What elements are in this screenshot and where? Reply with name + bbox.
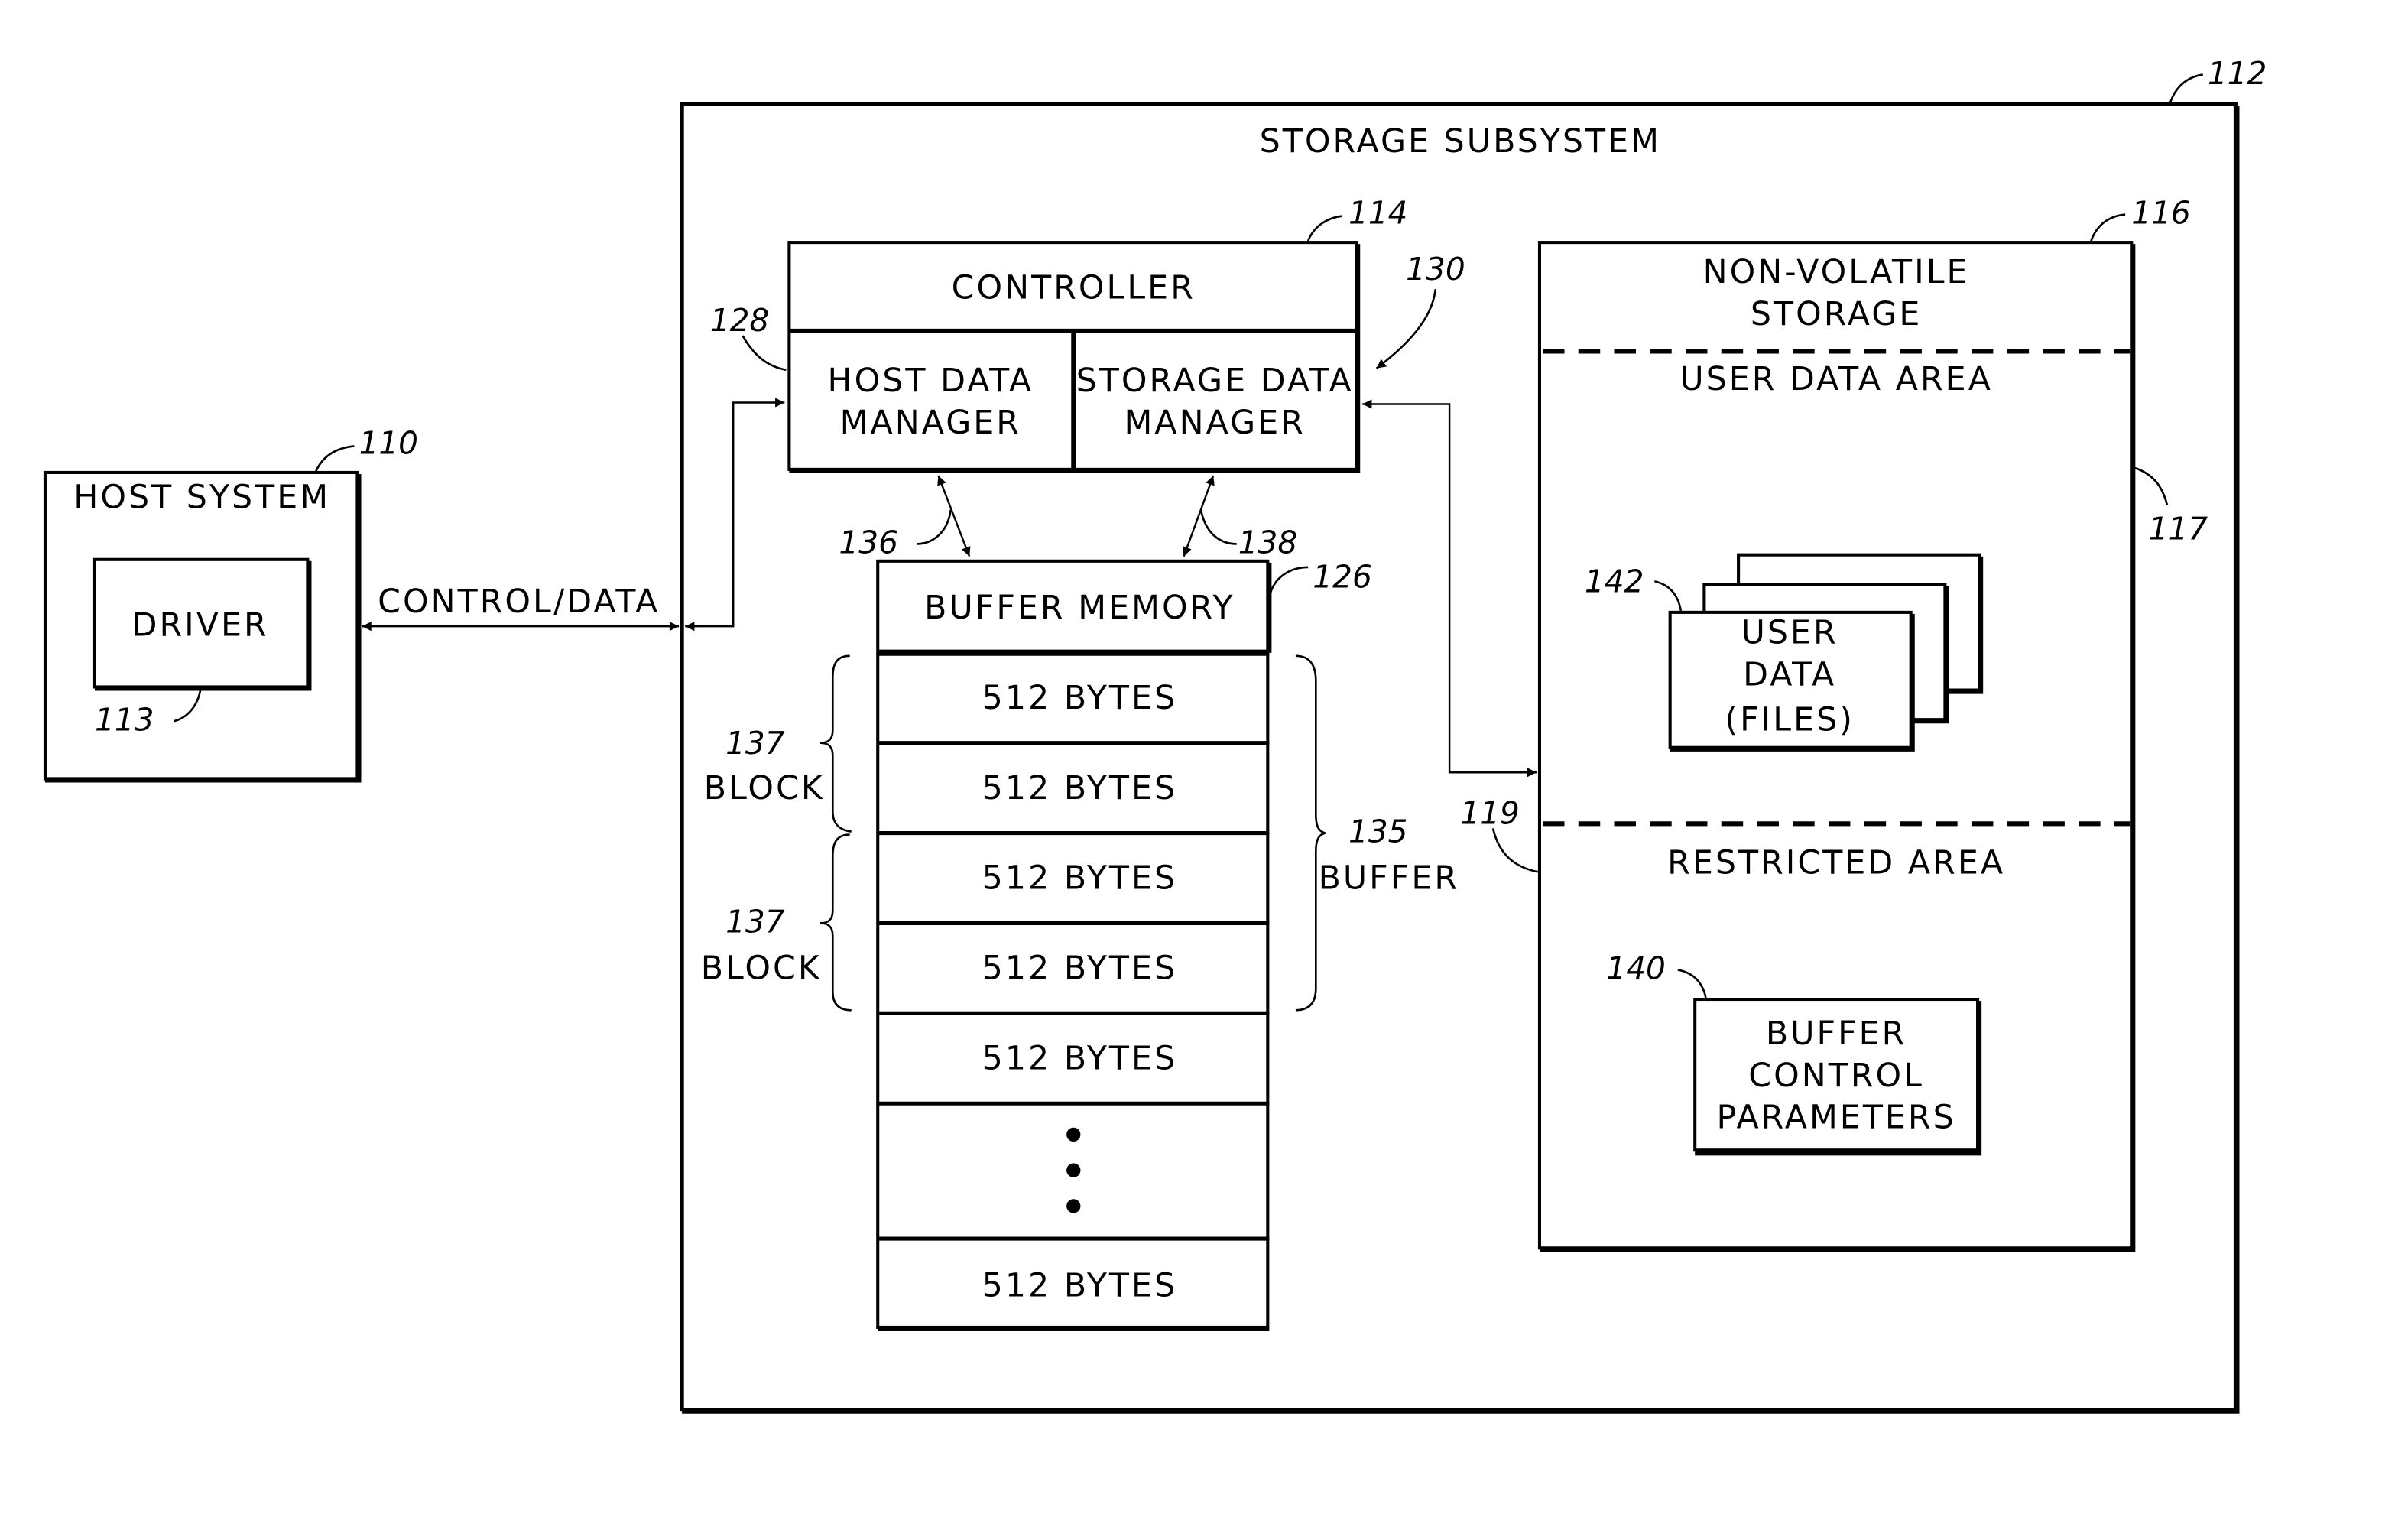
buffer-ref: 135 bbox=[1348, 814, 1408, 850]
storage-subsystem: STORAGE SUBSYSTEM 112 CONTROLLER 114 HOS… bbox=[680, 55, 2267, 1414]
driver-ref: 113 bbox=[95, 701, 154, 738]
buffer-brace bbox=[1295, 654, 1326, 1012]
buffer-row: 512 BYTES bbox=[982, 1266, 1178, 1304]
block-brace bbox=[819, 654, 852, 833]
buffer-row: 512 BYTES bbox=[982, 1040, 1178, 1078]
buffer-memory-ref-leader bbox=[1268, 566, 1309, 599]
host-data-manager-ref-leader bbox=[742, 335, 787, 372]
files-ref: 142 bbox=[1585, 563, 1644, 599]
user-data-area-label: USER DATA AREA bbox=[1679, 360, 1993, 398]
block-label: BLOCK bbox=[701, 950, 822, 988]
params-ref: 140 bbox=[1606, 950, 1666, 987]
sdm-nvs-arrow bbox=[1362, 399, 1537, 778]
non-volatile-storage-ref-leader bbox=[2090, 213, 2126, 242]
block-ref: 137 bbox=[725, 725, 785, 762]
buffer-row: 512 BYTES bbox=[982, 950, 1178, 988]
host-data-manager-line2: MANAGER bbox=[840, 404, 1021, 442]
host-data-manager-ref: 128 bbox=[710, 302, 770, 339]
non-volatile-storage-line1: NON-VOLATILE bbox=[1703, 253, 1970, 291]
hdm-buffer-arrow bbox=[937, 475, 971, 557]
hdm-buffer-ref-leader bbox=[916, 509, 952, 545]
host-system: HOST SYSTEM 110 DRIVER 113 bbox=[43, 425, 418, 783]
params-line3: PARAMETERS bbox=[1716, 1099, 1955, 1137]
control-data-label: CONTROL/DATA bbox=[378, 583, 660, 621]
files-line2: DATA bbox=[1743, 655, 1836, 693]
files-line3: (FILES) bbox=[1725, 700, 1855, 739]
nvs-link-ref: 119 bbox=[1460, 794, 1520, 831]
block-ref: 137 bbox=[725, 904, 785, 940]
subsystem-to-hdm-arrow bbox=[685, 398, 785, 632]
storage-data-manager-ref-arrow bbox=[1375, 288, 1437, 369]
host-data-manager-line1: HOST DATA bbox=[827, 362, 1034, 400]
files-line1: USER bbox=[1741, 614, 1838, 652]
host-system-ref: 110 bbox=[359, 425, 418, 462]
nvs-link-ref-leader bbox=[1491, 828, 1539, 873]
sdm-buffer-arrow bbox=[1183, 475, 1215, 557]
params-line1: BUFFER bbox=[1766, 1015, 1907, 1053]
non-volatile-storage: NON-VOLATILE STORAGE 116 USER DATA AREA … bbox=[1537, 195, 2208, 1252]
storage-block-diagram: HOST SYSTEM 110 DRIVER 113 CONTROL/DATA … bbox=[43, 55, 2267, 1414]
hdm-buffer-ref: 136 bbox=[839, 525, 898, 561]
controller-ref: 114 bbox=[1348, 195, 1408, 232]
buffer-label: BUFFER bbox=[1319, 859, 1459, 898]
params-line2: CONTROL bbox=[1748, 1057, 1924, 1095]
buffer-memory: BUFFER MEMORY 126 512 BYTES 512 BYTES 51… bbox=[701, 558, 1459, 1332]
controller-ref-leader bbox=[1306, 215, 1343, 242]
control-data-link: CONTROL/DATA bbox=[362, 398, 785, 632]
block-label: BLOCK bbox=[704, 769, 825, 807]
storage-subsystem-ref-leader bbox=[2169, 73, 2203, 103]
ellipsis-dot bbox=[1066, 1163, 1081, 1177]
buffer-row: 512 BYTES bbox=[982, 679, 1178, 717]
user-data-area-ref-leader bbox=[2134, 466, 2169, 505]
storage-data-manager-line2: MANAGER bbox=[1124, 404, 1306, 442]
driver-label: DRIVER bbox=[132, 606, 269, 644]
storage-subsystem-title: STORAGE SUBSYSTEM bbox=[1260, 122, 1661, 161]
controller: CONTROLLER 114 HOST DATA MANAGER 128 STO… bbox=[710, 195, 1465, 473]
host-system-title: HOST SYSTEM bbox=[73, 479, 330, 517]
non-volatile-storage-ref: 116 bbox=[2131, 195, 2191, 232]
storage-subsystem-ref: 112 bbox=[2208, 55, 2267, 92]
storage-data-manager-line1: STORAGE DATA bbox=[1076, 362, 1354, 400]
buffer-row: 512 BYTES bbox=[982, 859, 1178, 898]
ellipsis-dot bbox=[1066, 1127, 1081, 1142]
buffer-row: 512 BYTES bbox=[982, 769, 1178, 807]
sdm-buffer-ref-leader bbox=[1199, 509, 1237, 545]
sdm-buffer-ref: 138 bbox=[1238, 525, 1298, 561]
buffer-memory-ref: 126 bbox=[1313, 558, 1372, 595]
block-brace bbox=[819, 833, 852, 1012]
buffer-memory-label: BUFFER MEMORY bbox=[924, 589, 1235, 627]
controller-label: CONTROLLER bbox=[952, 268, 1196, 307]
ellipsis-dot bbox=[1066, 1199, 1081, 1213]
restricted-area-label: RESTRICTED AREA bbox=[1667, 843, 2005, 882]
host-system-ref-leader bbox=[314, 445, 355, 473]
user-data-area-ref: 117 bbox=[2149, 510, 2208, 547]
non-volatile-storage-line2: STORAGE bbox=[1751, 295, 1922, 333]
storage-data-manager-ref: 130 bbox=[1406, 251, 1465, 287]
